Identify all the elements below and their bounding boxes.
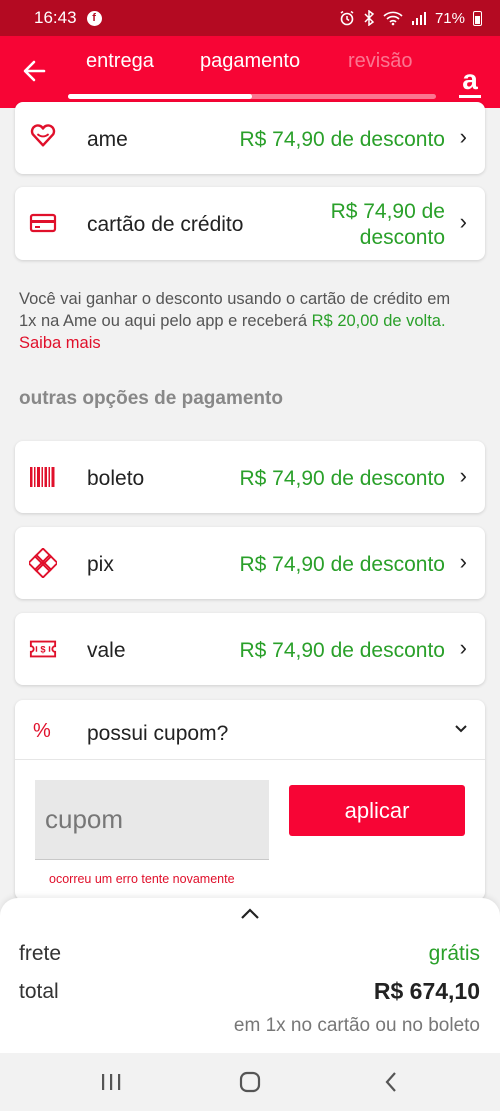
checkout-progress-bar bbox=[68, 94, 436, 99]
saiba-mais-link[interactable]: Saiba mais bbox=[19, 334, 101, 352]
payment-option-vale[interactable]: $ vale R$ 74,90 de desconto › bbox=[15, 613, 485, 685]
frete-label: frete bbox=[19, 942, 62, 965]
chevron-right-icon: › bbox=[459, 463, 467, 488]
barcode-icon bbox=[29, 463, 57, 491]
payment-option-pix[interactable]: pix R$ 74,90 de desconto › bbox=[15, 527, 485, 599]
bluetooth-icon bbox=[364, 10, 375, 26]
battery-percent: 71% bbox=[434, 9, 465, 27]
alarm-icon bbox=[340, 10, 354, 26]
cashback-amount: R$ 20,00 de volta. bbox=[311, 312, 446, 330]
signal-icon bbox=[411, 12, 426, 25]
back-icon[interactable] bbox=[376, 1067, 406, 1097]
chevron-right-icon: › bbox=[459, 209, 467, 234]
payment-option-discount: R$ 74,90 de desconto bbox=[239, 128, 446, 151]
payment-note: em 1x no cartão ou no boleto bbox=[233, 1015, 480, 1036]
payment-option-credit-card[interactable]: cartão de crédito R$ 74,90 de desconto › bbox=[15, 187, 485, 260]
payment-option-discount: R$ 74,90 de desconto bbox=[330, 200, 445, 249]
frete-value: grátis bbox=[428, 942, 480, 965]
tab-revisao: revisão bbox=[348, 50, 413, 72]
cashback-info: Você vai ganhar o desconto usando o cart… bbox=[19, 288, 469, 354]
payment-option-label: ame bbox=[87, 128, 128, 151]
heart-icon bbox=[29, 122, 57, 150]
credit-card-icon bbox=[29, 209, 57, 237]
total-label: total bbox=[19, 980, 59, 1003]
system-nav-bar bbox=[0, 1053, 500, 1111]
divider bbox=[15, 759, 485, 760]
pix-icon bbox=[29, 548, 57, 578]
coupon-toggle[interactable]: % possui cupom? bbox=[15, 700, 485, 760]
battery-icon bbox=[473, 10, 482, 26]
chevron-right-icon: › bbox=[459, 549, 467, 574]
other-options-title: outras opções de pagamento bbox=[19, 388, 283, 409]
recent-apps-icon[interactable] bbox=[96, 1067, 126, 1097]
status-time: 16:43 bbox=[34, 8, 77, 27]
payment-option-discount: R$ 74,90 de desconto bbox=[239, 639, 446, 662]
payment-option-discount: R$ 74,90 de desconto bbox=[239, 467, 446, 490]
coupon-title: possui cupom? bbox=[87, 722, 229, 745]
payment-option-boleto[interactable]: boleto R$ 74,90 de desconto › bbox=[15, 441, 485, 513]
payment-option-label: vale bbox=[87, 639, 126, 662]
voucher-icon: $ bbox=[29, 635, 57, 663]
payment-option-discount: R$ 74,90 de desconto bbox=[239, 553, 446, 576]
payment-option-label: pix bbox=[87, 553, 114, 576]
payment-option-label: boleto bbox=[87, 467, 145, 490]
percent-icon: % bbox=[33, 720, 51, 742]
coupon-error-message: ocorreu um erro tente novamente bbox=[49, 872, 235, 886]
americanas-logo: a bbox=[458, 66, 482, 100]
progress-fill bbox=[68, 94, 252, 99]
tab-entrega[interactable]: entrega bbox=[86, 50, 154, 73]
svg-text:$: $ bbox=[40, 645, 46, 655]
order-summary: frete grátis total R$ 674,10 em 1x no ca… bbox=[0, 898, 500, 1053]
facebook-notification-icon: f bbox=[86, 10, 102, 26]
payment-option-label: cartão de crédito bbox=[87, 213, 244, 236]
home-icon[interactable] bbox=[235, 1067, 265, 1097]
coupon-panel: % possui cupom? aplicar ocorreu um erro … bbox=[15, 700, 485, 900]
chevron-right-icon: › bbox=[459, 124, 467, 149]
total-value: R$ 674,10 bbox=[373, 978, 480, 1004]
payment-option-ame[interactable]: ame R$ 74,90 de desconto › bbox=[15, 102, 485, 174]
status-bar: 16:43 f 71% bbox=[0, 0, 500, 36]
tab-pagamento[interactable]: pagamento bbox=[200, 50, 300, 73]
wifi-icon bbox=[383, 11, 403, 26]
chevron-right-icon: › bbox=[459, 635, 467, 660]
status-icons: 71% bbox=[339, 10, 482, 27]
coupon-input[interactable] bbox=[35, 780, 269, 860]
chevron-up-icon[interactable] bbox=[238, 902, 262, 928]
back-arrow-icon[interactable] bbox=[20, 54, 50, 88]
chevron-down-icon bbox=[453, 722, 469, 740]
checkout-header: entrega pagamento revisão a bbox=[0, 36, 500, 108]
apply-coupon-button[interactable]: aplicar bbox=[289, 785, 465, 836]
